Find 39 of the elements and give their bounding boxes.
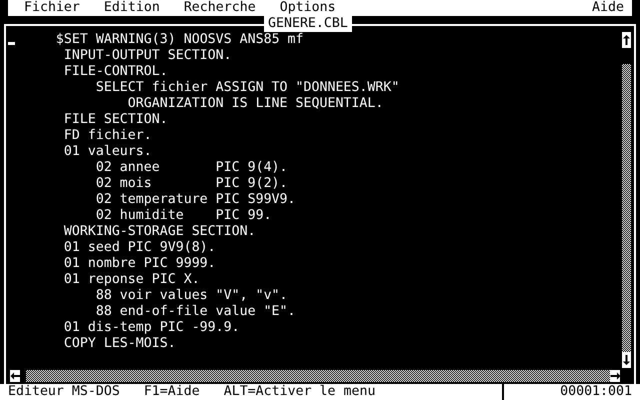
scroll-up-button[interactable] xyxy=(622,32,631,48)
code-line: FILE SECTION. xyxy=(62,112,168,128)
menu-item[interactable]: Edition xyxy=(104,0,160,16)
code-line: $SET WARNING(3) NOOSVS ANS85 mf xyxy=(54,32,304,48)
status-text: Editeur MS-DOS xyxy=(8,384,120,400)
arrow-right-icon xyxy=(610,372,620,380)
code-line: 01 reponse PIC X. xyxy=(62,272,200,288)
cursor-position: 00001:001 xyxy=(560,384,632,400)
arrow-up-icon xyxy=(623,35,630,45)
arrow-left-icon xyxy=(10,372,20,380)
code-line: 88 voir values "V", "v". xyxy=(94,288,288,304)
status-text: F1=Aide xyxy=(144,384,200,400)
code-line: 02 temperature PIC S99V9. xyxy=(94,192,296,208)
menu-item[interactable]: Fichier xyxy=(24,0,80,16)
code-line: 88 end-of-file value "E". xyxy=(94,304,296,320)
code-line: 01 valeurs. xyxy=(62,144,152,160)
scroll-right-button[interactable] xyxy=(610,370,620,382)
code-line: ORGANIZATION IS LINE SEQUENTIAL. xyxy=(126,96,384,112)
status-text: ALT=Activer le menu xyxy=(224,384,376,400)
code-line: 02 mois PIC 9(2). xyxy=(94,176,288,192)
window-title: GENERE.CBL xyxy=(264,16,352,32)
scroll-left-button[interactable] xyxy=(10,370,20,382)
code-line: FILE-CONTROL. xyxy=(62,64,168,80)
scroll-down-button[interactable] xyxy=(622,352,631,368)
menu-item[interactable]: Options xyxy=(280,0,336,16)
code-line: 02 humidite PIC 99. xyxy=(94,208,272,224)
code-line: SELECT fichier ASSIGN TO "DONNEES.WRK" xyxy=(94,80,400,96)
code-line: 02 annee PIC 9(4). xyxy=(94,160,288,176)
code-line: 01 dis-temp PIC -99.9. xyxy=(62,320,240,336)
menu-item[interactable]: Aide xyxy=(592,0,624,16)
text-cursor xyxy=(8,42,15,45)
code-line: FD fichier. xyxy=(62,128,152,144)
code-line: 01 nombre PIC 9999. xyxy=(62,256,216,272)
code-line: 01 seed PIC 9V9(8). xyxy=(62,240,216,256)
arrow-down-icon xyxy=(623,355,630,365)
code-line: INPUT-OUTPUT SECTION. xyxy=(62,48,232,64)
code-line: WORKING-STORAGE SECTION. xyxy=(62,224,256,240)
code-line: COPY LES-MOIS. xyxy=(62,336,176,352)
menu-item[interactable]: Recherche xyxy=(184,0,256,16)
